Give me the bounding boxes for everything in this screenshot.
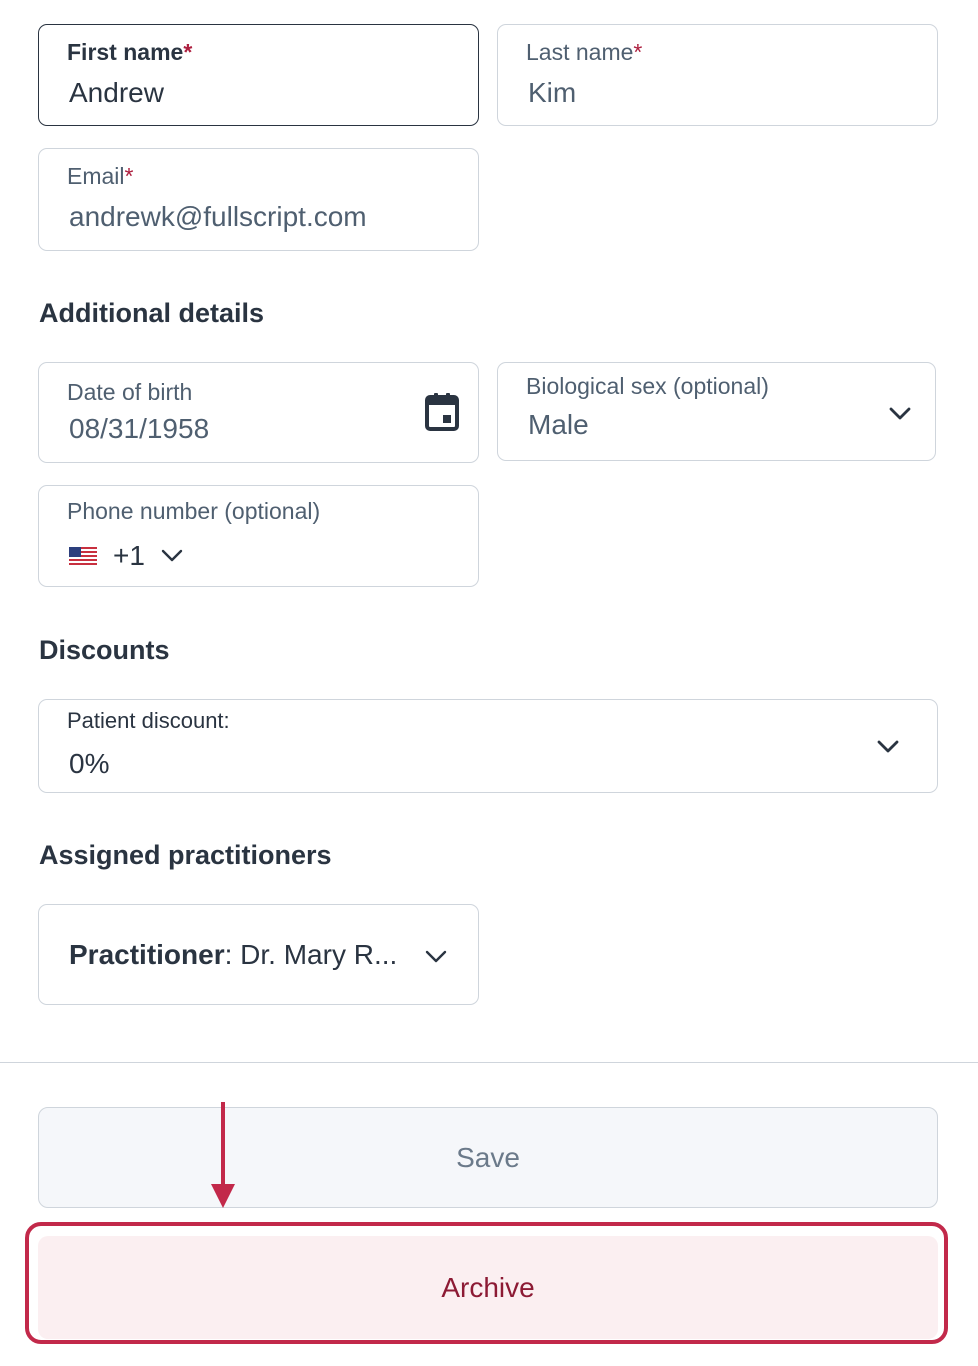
us-flag-icon xyxy=(69,547,97,565)
practitioner-label: Practitioner xyxy=(69,939,225,970)
practitioner-value: Practitioner: Dr. Mary R... xyxy=(69,939,398,970)
date-of-birth-label: Date of birth xyxy=(67,379,193,405)
email-label: Email* xyxy=(67,163,134,189)
biological-sex-select[interactable]: Biological sex (optional) Male xyxy=(497,362,936,461)
biological-sex-value: Male xyxy=(528,409,589,440)
date-of-birth-field[interactable]: Date of birth 08/31/1958 xyxy=(38,362,479,463)
last-name-label: Last name* xyxy=(526,39,643,65)
annotation-arrow-icon xyxy=(211,1102,235,1208)
practitioner-select[interactable]: Practitioner: Dr. Mary R... xyxy=(38,904,479,1005)
calendar-icon[interactable] xyxy=(425,393,459,431)
patient-discount-select[interactable]: Patient discount: 0% xyxy=(38,699,938,793)
additional-details-heading: Additional details xyxy=(39,298,265,328)
footer-divider xyxy=(0,1062,978,1063)
patient-discount-value: 0% xyxy=(69,748,110,779)
date-of-birth-value[interactable]: 08/31/1958 xyxy=(69,413,209,445)
last-name-field[interactable]: Last name* Kim xyxy=(497,24,938,126)
email-field[interactable]: Email* andrewk@fullscript.com xyxy=(38,148,479,251)
biological-sex-label: Biological sex (optional) xyxy=(526,373,769,399)
chevron-down-icon xyxy=(161,549,183,562)
last-name-value[interactable]: Kim xyxy=(528,77,576,109)
first-name-field[interactable]: First name* Andrew xyxy=(38,24,479,126)
phone-number-field[interactable]: Phone number (optional) +1 xyxy=(38,485,479,587)
phone-number-label: Phone number (optional) xyxy=(67,498,321,524)
discounts-heading: Discounts xyxy=(39,635,170,665)
first-name-value[interactable]: Andrew xyxy=(69,77,164,109)
country-code: +1 xyxy=(113,540,145,571)
chevron-down-icon xyxy=(877,740,899,753)
chevron-down-icon xyxy=(889,407,911,420)
archive-button[interactable]: Archive xyxy=(38,1236,938,1339)
patient-discount-label: Patient discount: xyxy=(67,708,230,733)
save-button[interactable]: Save xyxy=(38,1107,938,1208)
chevron-down-icon xyxy=(425,950,447,963)
first-name-label: First name* xyxy=(67,39,193,65)
assigned-practitioners-heading: Assigned practitioners xyxy=(39,840,332,870)
practitioner-name: Dr. Mary R... xyxy=(240,939,398,970)
email-value[interactable]: andrewk@fullscript.com xyxy=(69,201,367,233)
country-code-selector[interactable]: +1 xyxy=(69,540,183,572)
